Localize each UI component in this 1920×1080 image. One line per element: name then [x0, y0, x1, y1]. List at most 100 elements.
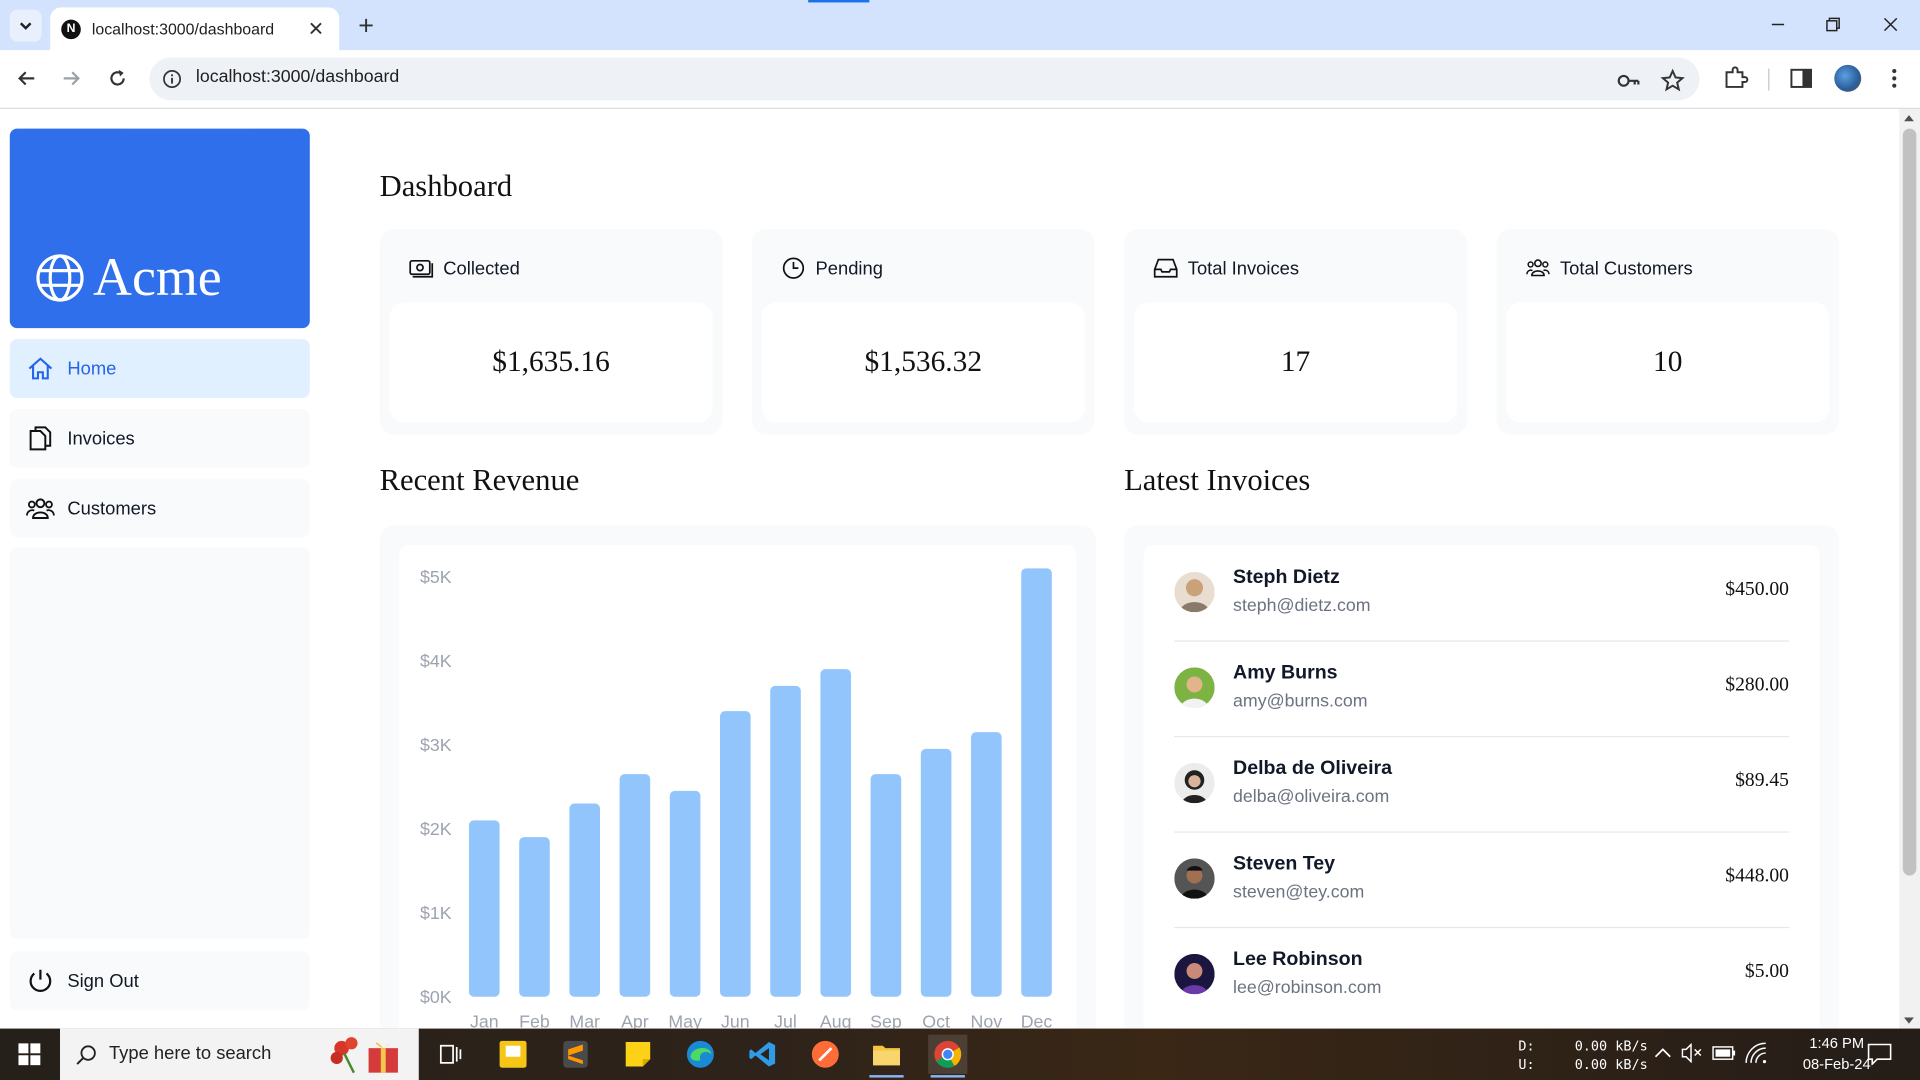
browser-tab[interactable]: N localhost:3000/dashboard ✕ [50, 7, 340, 51]
scroll-down-arrow-icon[interactable] [1904, 1017, 1914, 1024]
reload-button[interactable] [100, 61, 134, 95]
revenue-bar-nov [971, 732, 1002, 997]
forward-button[interactable] [54, 61, 88, 95]
restore-button[interactable] [1818, 10, 1847, 39]
customer-name: Steph Dietz [1233, 566, 1340, 588]
taskbar-search-box[interactable]: Type here to search [60, 1028, 419, 1080]
extensions-puzzle-icon[interactable] [1722, 65, 1749, 92]
wifi-icon[interactable] [1745, 1042, 1767, 1064]
revenue-bar-jul [770, 685, 801, 997]
acme-logo-panel[interactable]: Acme [9, 128, 310, 329]
side-panel-icon[interactable] [1788, 65, 1815, 92]
restore-icon [1826, 17, 1840, 32]
taskbar-app-vscode[interactable] [743, 1035, 782, 1074]
customer-avatar [1174, 667, 1215, 708]
taskbar-app-sublime[interactable] [556, 1035, 595, 1074]
sidebar-spacer [9, 547, 310, 940]
scrollbar-thumb[interactable] [1902, 128, 1917, 876]
x-tick-label: Jun [721, 1011, 750, 1028]
tab-close-icon[interactable]: ✕ [305, 18, 327, 40]
power-icon [26, 966, 55, 995]
y-tick-label: $1K [420, 903, 452, 923]
url-text[interactable]: localhost:3000/dashboard [196, 67, 399, 87]
notification-center-icon[interactable] [1867, 1043, 1892, 1066]
taskbar-app-chrome[interactable] [928, 1034, 968, 1078]
page-viewport: Acme Home Invoices Customers Sign Out Da… [0, 108, 1900, 1029]
windows-taskbar: Type here to search D: U: 0.00 kB/s 0.00… [0, 1028, 1920, 1080]
document-icon [26, 424, 55, 453]
speaker-muted-icon[interactable] [1681, 1043, 1703, 1063]
tab-title: localhost:3000/dashboard [91, 19, 275, 38]
latest-invoices-panel: Steph Dietz steph@dietz.com $450.00 Amy … [1124, 525, 1840, 1029]
revenue-bar-feb [519, 837, 550, 997]
open-app-indicator [869, 1075, 904, 1078]
profile-avatar[interactable] [1834, 64, 1862, 92]
taskbar-app-player[interactable] [493, 1035, 532, 1074]
key-icon[interactable] [1616, 69, 1640, 93]
sidebar-item-home[interactable]: Home [9, 339, 310, 398]
invoice-row[interactable]: Steven Tey steven@tey.com $448.00 [1174, 831, 1789, 929]
arrow-right-icon [63, 71, 80, 86]
address-bar[interactable]: localhost:3000/dashboard [149, 57, 1700, 101]
x-tick-label: Oct [922, 1011, 950, 1028]
x-tick-label: Jan [470, 1011, 499, 1028]
invoice-row[interactable]: Delba de Oliveira delba@oliveira.com $89… [1174, 736, 1789, 833]
customer-email: lee@robinson.com [1233, 978, 1382, 998]
invoice-amount: $448.00 [1725, 865, 1789, 887]
revenue-bar-aug [820, 669, 852, 997]
logo-text: Acme [93, 247, 222, 308]
vscode-icon [749, 1042, 776, 1067]
sidebar-item-invoices[interactable]: Invoices [9, 408, 310, 468]
x-tick-label: Sep [870, 1011, 902, 1028]
y-tick-label: $2K [420, 819, 452, 839]
browser-toolbar: localhost:3000/dashboard [0, 50, 1920, 109]
customer-name: Amy Burns [1233, 662, 1338, 684]
scroll-up-arrow-icon[interactable] [1904, 115, 1914, 122]
sign-out-button[interactable]: Sign Out [9, 951, 310, 1011]
sign-out-label: Sign Out [67, 970, 139, 992]
taskbar-clock[interactable]: 1:46 PM 08-Feb-24 [1800, 1033, 1873, 1075]
more-menu-icon[interactable] [1881, 65, 1908, 92]
toolbar-divider [1768, 68, 1770, 91]
home-icon [26, 354, 55, 383]
card-label: Total Invoices [1187, 257, 1300, 279]
card-value: 17 [1133, 302, 1458, 423]
customer-email: amy@burns.com [1233, 691, 1368, 712]
invoice-amount: $5.00 [1744, 961, 1789, 983]
page-scrollbar[interactable] [1899, 108, 1920, 1029]
taskbar-app-postman[interactable] [806, 1035, 845, 1074]
clock-icon [781, 256, 805, 280]
bookmark-star-icon[interactable] [1660, 68, 1685, 93]
taskbar-app-edge[interactable] [681, 1035, 720, 1074]
battery-icon[interactable] [1712, 1046, 1736, 1061]
sidebar-item-customers[interactable]: Customers [9, 478, 310, 538]
taskbar-app-sticky-notes[interactable] [618, 1035, 657, 1074]
invoice-row[interactable]: Amy Burns amy@burns.com $280.00 [1174, 640, 1789, 738]
net-download-speed: 0.00 kB/s [1574, 1038, 1648, 1055]
revenue-chart-container: $5K $4K $3K $2K $1K $0K Jan Feb Mar Apr May Jun Jul A… [399, 544, 1077, 1029]
back-button[interactable] [10, 61, 44, 95]
sublime-text-icon [563, 1040, 588, 1068]
sidebar-item-label: Home [67, 358, 117, 379]
show-hidden-icons-icon[interactable] [1654, 1047, 1671, 1059]
new-tab-button[interactable]: + [351, 10, 380, 41]
invoice-row[interactable]: Lee Robinson lee@robinson.com $5.00 [1174, 927, 1789, 1023]
minimize-button[interactable] [1763, 10, 1792, 39]
tab-search-button[interactable] [9, 9, 42, 42]
card-total-invoices: Total Invoices 17 [1124, 228, 1467, 435]
task-view-icon [439, 1044, 462, 1064]
player-app-icon [499, 1040, 527, 1068]
close-window-button[interactable] [1876, 10, 1905, 39]
task-view-button[interactable] [431, 1035, 470, 1074]
sidebar-item-label: Invoices [67, 427, 135, 449]
card-collected: Collected $1,635.16 [379, 228, 723, 435]
tab-indicator [808, 0, 870, 3]
y-tick-label: $0K [420, 987, 452, 1007]
customer-name: Delba de Oliveira [1233, 757, 1393, 779]
site-info-icon[interactable] [162, 69, 183, 90]
taskbar-app-file-explorer[interactable] [867, 1035, 906, 1078]
x-tick-label: Aug [820, 1011, 852, 1028]
start-button[interactable] [0, 1029, 59, 1080]
invoice-row[interactable]: Steph Dietz steph@dietz.com $450.00 [1174, 545, 1789, 642]
windows-logo-icon [18, 1043, 41, 1066]
